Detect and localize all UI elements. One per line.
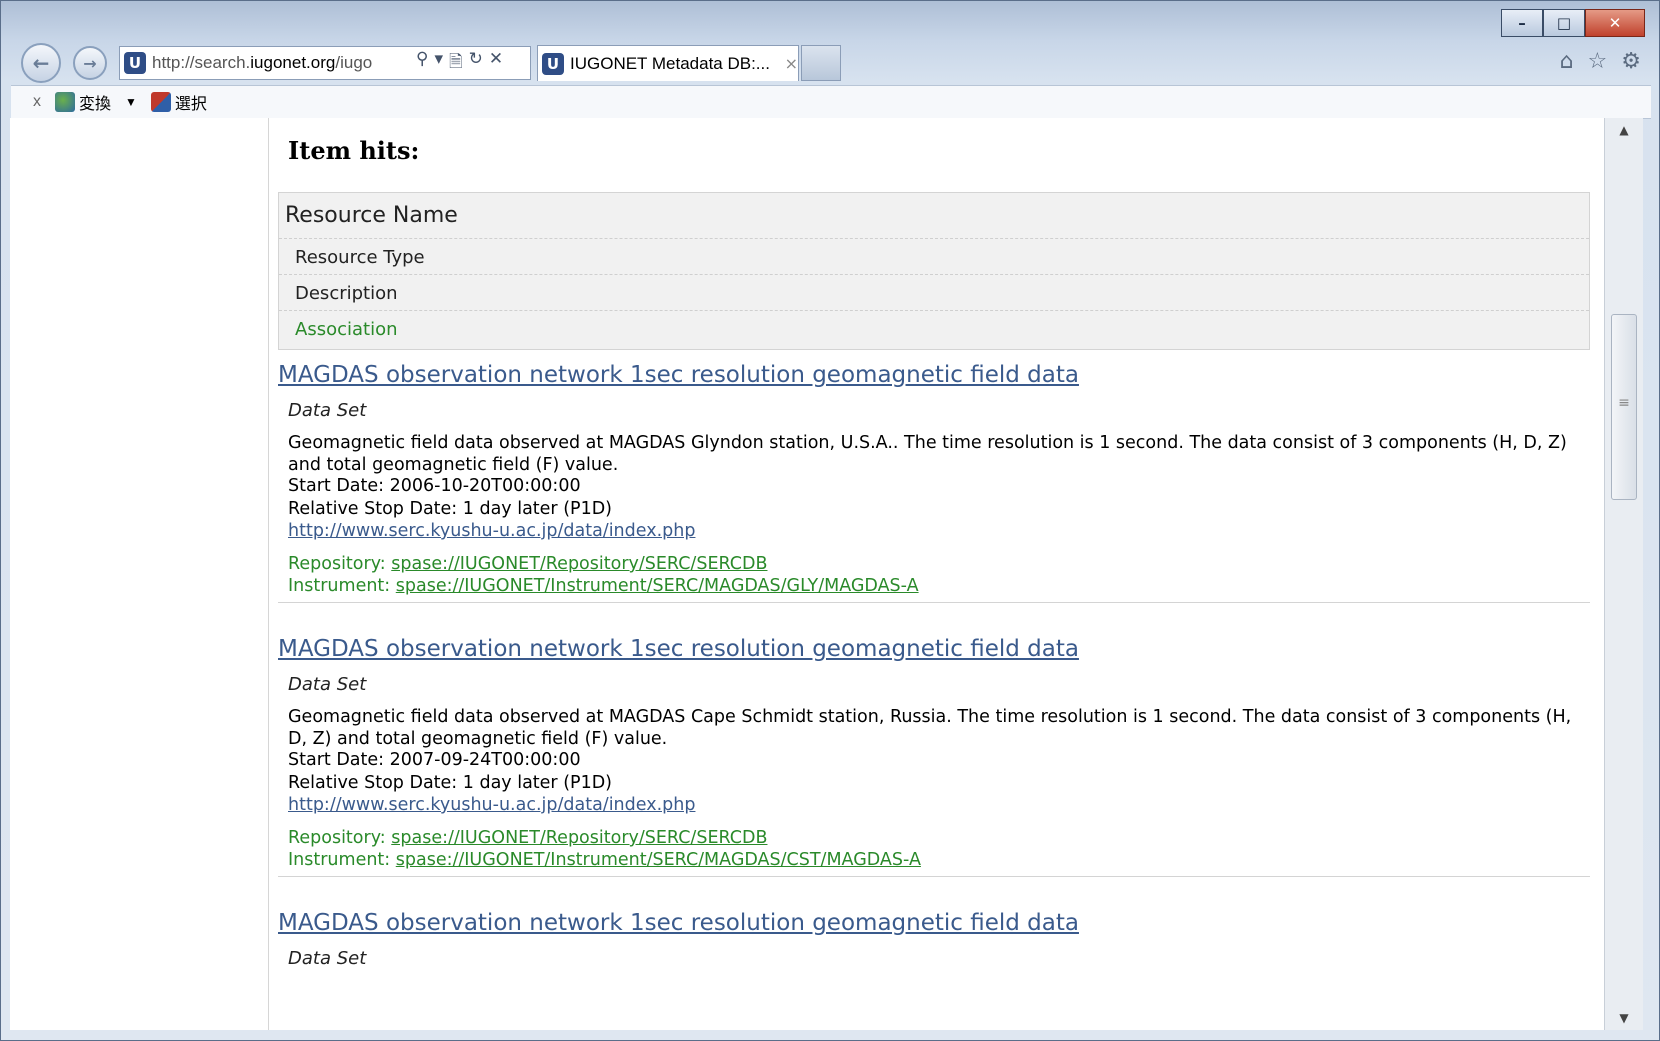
select-label: 選択	[174, 96, 207, 113]
settings-gear-icon[interactable]: ⚙	[1621, 49, 1641, 74]
scroll-grip-icon: ≡	[1618, 395, 1630, 411]
results-legend: Resource Name Resource Type Description …	[278, 192, 1590, 350]
item-hits-heading: Item hits:	[288, 136, 420, 165]
convert-label: 変換	[79, 96, 112, 113]
result-stop-date: Relative Stop Date: 1 day later (P1D)	[288, 773, 613, 793]
refresh-icon[interactable]: ↻	[469, 49, 483, 78]
left-column	[10, 118, 269, 1030]
url-text[interactable]: http://search.iugonet.org/iugo	[152, 53, 410, 73]
legend-resource-type: Resource Type	[279, 239, 1589, 275]
result-description: Geomagnetic field data observed at MAGDA…	[288, 433, 1567, 475]
result-data-url-link[interactable]: http://www.serc.kyushu-u.ac.jp/data/inde…	[288, 795, 695, 815]
result-start-date: Start Date: 2006-10-20T00:00:00	[288, 476, 581, 496]
result-instrument: Instrument: spase://IUGONET/Instrument/S…	[288, 850, 921, 870]
result-title-link[interactable]: MAGDAS observation network 1sec resoluti…	[278, 362, 1079, 388]
result-repository: Repository: spase://IUGONET/Repository/S…	[288, 554, 767, 574]
compat-view-icon[interactable]: 🗎	[449, 49, 463, 78]
window-controls: – □ ✕	[1501, 9, 1645, 37]
back-button[interactable]: ←	[21, 43, 61, 83]
command-bar-close-icon[interactable]: x	[33, 93, 41, 111]
forward-arrow-icon: →	[83, 53, 97, 73]
result-stop-date: Relative Stop Date: 1 day later (P1D)	[288, 499, 613, 519]
close-button[interactable]: ✕	[1585, 9, 1645, 37]
convert-dropdown-icon[interactable]: ▼	[125, 95, 137, 109]
result-start-date: Start Date: 2007-09-24T00:00:00	[288, 750, 581, 770]
search-icon[interactable]: ⚲	[416, 49, 428, 78]
repository-label: Repository:	[288, 554, 392, 574]
instrument-label: Instrument:	[288, 850, 396, 870]
address-tools: ⚲ ▾ 🗎 ↻ ✕	[416, 49, 503, 78]
repository-link[interactable]: spase://IUGONET/Repository/SERC/SERCDB	[391, 554, 767, 574]
favorites-star-icon[interactable]: ☆	[1588, 49, 1608, 74]
scroll-down-arrow-icon[interactable]: ▼	[1605, 1006, 1643, 1030]
url-suffix: /iugo	[335, 53, 373, 72]
title-bar: – □ ✕	[1, 1, 1659, 41]
url-prefix: http://search.	[152, 53, 251, 72]
result-title-link[interactable]: MAGDAS observation network 1sec resoluti…	[278, 910, 1079, 936]
result-item: MAGDAS observation network 1sec resoluti…	[278, 636, 1590, 877]
result-item: MAGDAS observation network 1sec resoluti…	[278, 910, 1590, 1030]
legend-description: Description	[279, 275, 1589, 311]
vertical-scrollbar[interactable]: ▲ ≡ ▼	[1604, 118, 1643, 1030]
result-data-url-link[interactable]: http://www.serc.kyushu-u.ac.jp/data/inde…	[288, 521, 695, 541]
navigation-bar: ← → U http://search.iugonet.org/iugo ⚲ ▾…	[21, 43, 1641, 83]
tab-close-icon[interactable]: ×	[785, 54, 798, 73]
result-description: Geomagnetic field data observed at MAGDA…	[288, 707, 1572, 749]
result-repository: Repository: spase://IUGONET/Repository/S…	[288, 828, 767, 848]
maximize-button[interactable]: □	[1543, 9, 1585, 37]
back-arrow-icon: ←	[32, 51, 50, 75]
tab-favicon-icon: U	[542, 52, 564, 75]
convert-icon	[55, 92, 75, 112]
repository-label: Repository:	[288, 828, 392, 848]
dropdown-icon[interactable]: ▾	[434, 49, 443, 78]
convert-button[interactable]: 変換	[55, 90, 111, 114]
forward-button[interactable]: →	[73, 46, 107, 80]
instrument-label: Instrument:	[288, 576, 396, 596]
home-icon[interactable]: ⌂	[1560, 49, 1574, 74]
stop-icon[interactable]: ✕	[489, 49, 503, 78]
command-bar: x 変換 ▼ 選択	[11, 85, 1651, 119]
instrument-link[interactable]: spase://IUGONET/Instrument/SERC/MAGDAS/G…	[396, 576, 919, 596]
result-resource-type: Data Set	[288, 674, 367, 695]
minimize-button[interactable]: –	[1501, 9, 1543, 37]
scroll-thumb[interactable]: ≡	[1611, 314, 1637, 500]
select-button[interactable]: 選択	[150, 90, 207, 114]
browser-right-icons: ⌂ ☆ ⚙	[1560, 49, 1641, 74]
address-bar[interactable]: U http://search.iugonet.org/iugo ⚲ ▾ 🗎 ↻…	[119, 46, 531, 80]
legend-resource-name: Resource Name	[279, 193, 1589, 239]
result-item: MAGDAS observation network 1sec resoluti…	[278, 362, 1590, 603]
instrument-link[interactable]: spase://IUGONET/Instrument/SERC/MAGDAS/C…	[396, 850, 921, 870]
tab-title: IUGONET Metadata DB:...	[570, 53, 770, 73]
page-content: Item hits: Resource Name Resource Type D…	[10, 118, 1604, 1030]
tab-iugonet[interactable]: U IUGONET Metadata DB:... ×	[537, 45, 799, 81]
repository-link[interactable]: spase://IUGONET/Repository/SERC/SERCDB	[391, 828, 767, 848]
site-favicon-icon: U	[124, 52, 146, 74]
select-icon	[150, 92, 171, 112]
scroll-up-arrow-icon[interactable]: ▲	[1605, 118, 1643, 142]
url-domain: iugonet.org	[250, 53, 336, 72]
legend-association: Association	[295, 319, 398, 340]
result-instrument: Instrument: spase://IUGONET/Instrument/S…	[288, 576, 919, 596]
result-resource-type: Data Set	[288, 948, 367, 969]
result-resource-type: Data Set	[288, 400, 367, 421]
new-tab-button[interactable]	[801, 45, 841, 81]
result-title-link[interactable]: MAGDAS observation network 1sec resoluti…	[278, 636, 1079, 662]
